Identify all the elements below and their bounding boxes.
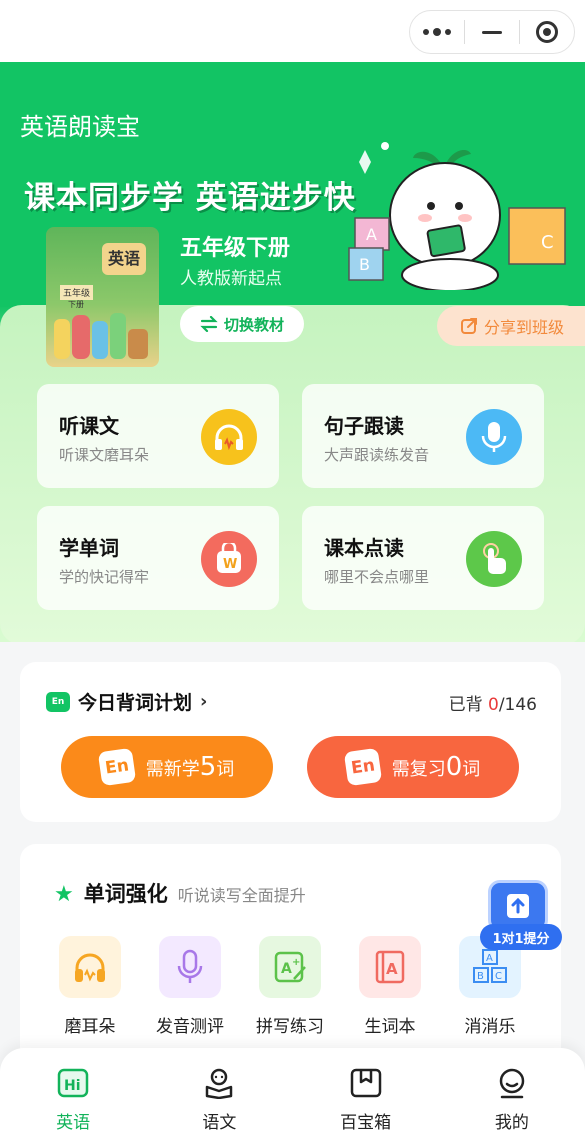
star-icon: ★ [54, 882, 74, 907]
word-tool-label: 生词本 [364, 1017, 416, 1037]
tab-label: 百宝箱 [340, 1113, 392, 1133]
word-tool-spelling[interactable]: A + 拼写练习 [250, 936, 330, 1037]
cover-art [54, 313, 148, 359]
feature-learn-words[interactable]: 学单词 学的快记得牢 W [37, 506, 279, 610]
close-button[interactable] [520, 11, 574, 53]
notebook-icon: A [359, 936, 421, 998]
review-words-button[interactable]: En 需复习0词 [307, 736, 519, 798]
feature-title: 听课文 [59, 414, 119, 438]
microphone-icon [159, 936, 221, 998]
spelling-icon: A + [259, 936, 321, 998]
more-button[interactable] [410, 11, 464, 53]
tab-english[interactable]: Hi 英语 [0, 1048, 146, 1142]
feature-subtitle: 听课文磨耳朵 [59, 446, 150, 464]
tab-chinese[interactable]: 语文 [146, 1048, 292, 1142]
word-tool-pronunciation[interactable]: 发音测评 [150, 936, 230, 1037]
hi-icon: Hi [56, 1066, 90, 1100]
tutor-label: 1对1提分 [480, 924, 562, 950]
tab-label: 我的 [494, 1113, 529, 1133]
share-to-class-button[interactable]: 分享到班级 [437, 306, 585, 346]
target-icon [536, 21, 558, 43]
share-to-class-label: 分享到班级 [483, 318, 564, 337]
feature-subtitle: 大声跟读练发音 [324, 446, 430, 464]
mascot-illustration: A B C [348, 142, 566, 290]
memorized-prefix: 已背 [448, 695, 488, 715]
bottom-tab-bar: Hi 英语 语文 百宝箱 我的 [0, 1048, 585, 1142]
tab-toolbox[interactable]: 百宝箱 [293, 1048, 439, 1142]
word-plan-card: En 今日背词计划 › 已背 0/146 En 需新学5词 En 需复习0词 [20, 662, 561, 822]
svg-text:+: + [292, 957, 300, 968]
minimize-button[interactable] [465, 11, 519, 53]
tutor-float-button[interactable]: 1对1提分 [480, 880, 564, 952]
word-plan-title: 今日背词计划 [78, 692, 193, 714]
word-strengthen-title: 单词强化 [83, 882, 168, 906]
swap-arrows-icon [200, 316, 218, 332]
app-title: 英语朗读宝 [20, 113, 140, 141]
word-plan-link[interactable]: En 今日背词计划 › [46, 688, 207, 715]
en-card-icon: En [97, 747, 136, 787]
memorized-count: 已背 0/146 [449, 690, 537, 715]
reading-icon [202, 1066, 236, 1100]
word-strengthen-header: ★ 单词强化 听说读写全面提升 [54, 878, 306, 908]
word-tool-label: 拼写练习 [256, 1017, 324, 1037]
mini-program-capsule [409, 10, 575, 54]
word-tool-notebook[interactable]: A 生词本 [350, 936, 430, 1037]
box-icon [349, 1066, 383, 1100]
slogan: 课本同步学 英语进步快 [24, 180, 356, 216]
svg-text:A: A [366, 225, 377, 244]
svg-text:B: B [477, 971, 484, 982]
headphones-icon [59, 936, 121, 998]
feature-title: 学单词 [59, 536, 119, 560]
textbook-publisher: 人教版新起点 [180, 269, 282, 289]
svg-text:C: C [495, 971, 502, 982]
learn-new-words-text: 需新学5词 [145, 752, 235, 782]
svg-text:Hi: Hi [64, 1078, 81, 1094]
tab-label: 语文 [202, 1113, 237, 1133]
en-chat-icon: En [46, 691, 70, 712]
chevron-right-icon: › [200, 691, 208, 712]
svg-text:A: A [281, 961, 292, 977]
feature-subtitle: 哪里不会点哪里 [324, 568, 430, 586]
word-tool-ear-training[interactable]: 磨耳朵 [50, 936, 130, 1037]
profile-icon [495, 1066, 529, 1100]
svg-text:A: A [486, 953, 493, 964]
word-strengthen-subtitle: 听说读写全面提升 [177, 886, 306, 905]
svg-text:A: A [386, 960, 398, 978]
en-card-icon: En [343, 747, 382, 787]
tab-profile[interactable]: 我的 [439, 1048, 585, 1142]
memorized-total: /146 [498, 695, 537, 715]
textbook-name: 五年级下册 [180, 236, 291, 261]
word-tool-label: 磨耳朵 [64, 1017, 116, 1037]
top-bar [0, 0, 585, 62]
review-words-text: 需复习0词 [391, 752, 481, 782]
textbook-cover[interactable]: 英语 五年级 下册 [46, 227, 159, 367]
svg-text:B: B [359, 255, 370, 274]
switch-textbook-label: 切换教材 [223, 315, 284, 334]
feature-subtitle: 学的快记得牢 [59, 568, 150, 586]
hero-banner: 英语朗读宝 课本同步学 英语进步快 A B C 英语 五年级 下册 五年级下册 … [0, 62, 585, 642]
feature-sentence-follow[interactable]: 句子跟读 大声跟读练发音 [302, 384, 544, 488]
switch-textbook-button[interactable]: 切换教材 [180, 306, 304, 342]
word-tool-label: 发音测评 [156, 1017, 224, 1037]
finger-tap-icon [466, 531, 522, 587]
tab-label: 英语 [56, 1113, 91, 1133]
feature-listen-text[interactable]: 听课文 听课文磨耳朵 [37, 384, 279, 488]
share-icon [460, 318, 477, 334]
feature-textbook-pointread[interactable]: 课本点读 哪里不会点哪里 [302, 506, 544, 610]
minus-icon [482, 30, 502, 34]
cover-title: 英语 [102, 243, 146, 275]
word-bag-icon: W [201, 531, 257, 587]
memorized-done: 0 [487, 695, 499, 715]
svg-text:C: C [541, 232, 554, 253]
headphones-icon [201, 409, 257, 465]
feature-title: 课本点读 [324, 536, 404, 560]
word-tool-label: 消消乐 [464, 1017, 516, 1037]
svg-text:W: W [223, 557, 237, 572]
cover-grade: 五年级 [60, 285, 94, 300]
more-dots-icon [423, 28, 451, 36]
microphone-icon [466, 409, 522, 465]
feature-title: 句子跟读 [324, 414, 404, 438]
learn-new-words-button[interactable]: En 需新学5词 [61, 736, 273, 798]
